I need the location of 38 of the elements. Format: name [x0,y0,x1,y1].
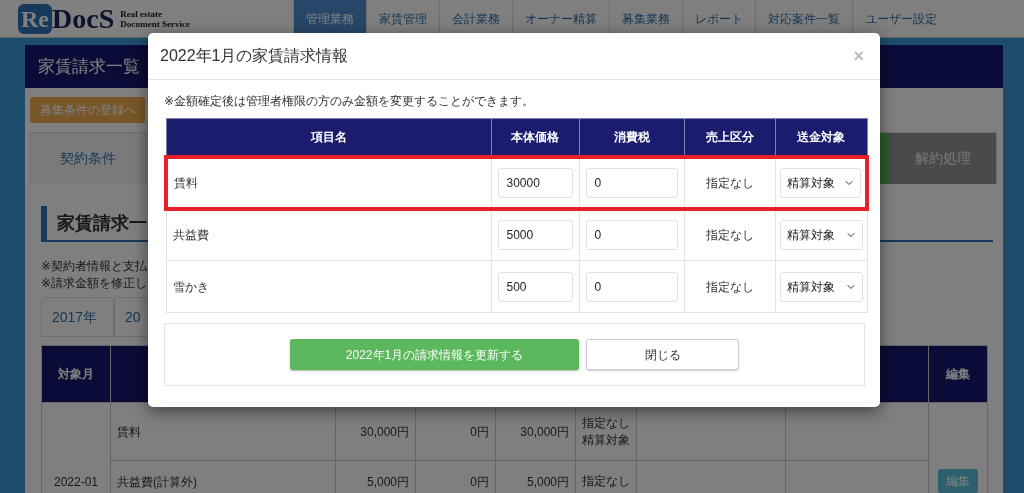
tax-field[interactable]: 0 [585,220,678,251]
column-header: 送金対象 [775,118,867,157]
edit-button[interactable]: 編集 [938,469,978,493]
close-button[interactable]: 閉じる [586,339,739,370]
column-header: 消費税 [579,118,684,157]
sales-category: 指定なし [684,156,775,209]
modal-note: ※金額確定後は管理者権限の方のみ金額を変更することができます。 [164,93,536,110]
tab[interactable]: 契約条件 [31,133,146,184]
item-name: 賃料 [166,156,491,209]
column-header: 項目名 [166,118,491,157]
remit-select[interactable]: 精算対象 [779,167,861,198]
note-text: ※請求金額を修正し [41,275,149,292]
logo-mark: Re [18,3,52,34]
column-header: 売上区分 [684,118,775,157]
tax-field[interactable]: 0 [585,167,678,198]
tax-field[interactable]: 0 [585,271,678,302]
sales-category: 指定なし [684,260,775,313]
modal-title: 2022年1月の家賃請求情報 [160,46,349,66]
sales-category: 指定なし [684,208,775,261]
update-button[interactable]: 2022年1月の請求情報を更新する [290,339,579,370]
remit-select[interactable]: 精算対象 [779,220,863,251]
column-header: 本体価格 [491,118,579,157]
column-header: 編集 [928,345,988,403]
register-button[interactable]: 募集条件の登録へ [30,97,145,123]
price-field[interactable]: 30000 [497,167,573,198]
remit-select[interactable]: 精算対象 [779,271,863,302]
item-name: 共益費 [166,208,491,261]
item-name: 雪かき [166,260,491,313]
note-text: ※契約者情報と支払 [41,258,149,275]
year-tab[interactable]: 2017年 [41,297,114,337]
logo-name: DocS [52,3,115,34]
column-header: 対象月 [41,345,111,403]
close-button[interactable]: × [853,47,864,65]
month-cell: 2022-01 [41,402,111,493]
price-field[interactable]: 5000 [497,220,573,251]
logo-tagline: Real estate [120,8,163,19]
price-field[interactable]: 500 [497,271,573,302]
logo-tagline: Document Service [120,18,190,29]
